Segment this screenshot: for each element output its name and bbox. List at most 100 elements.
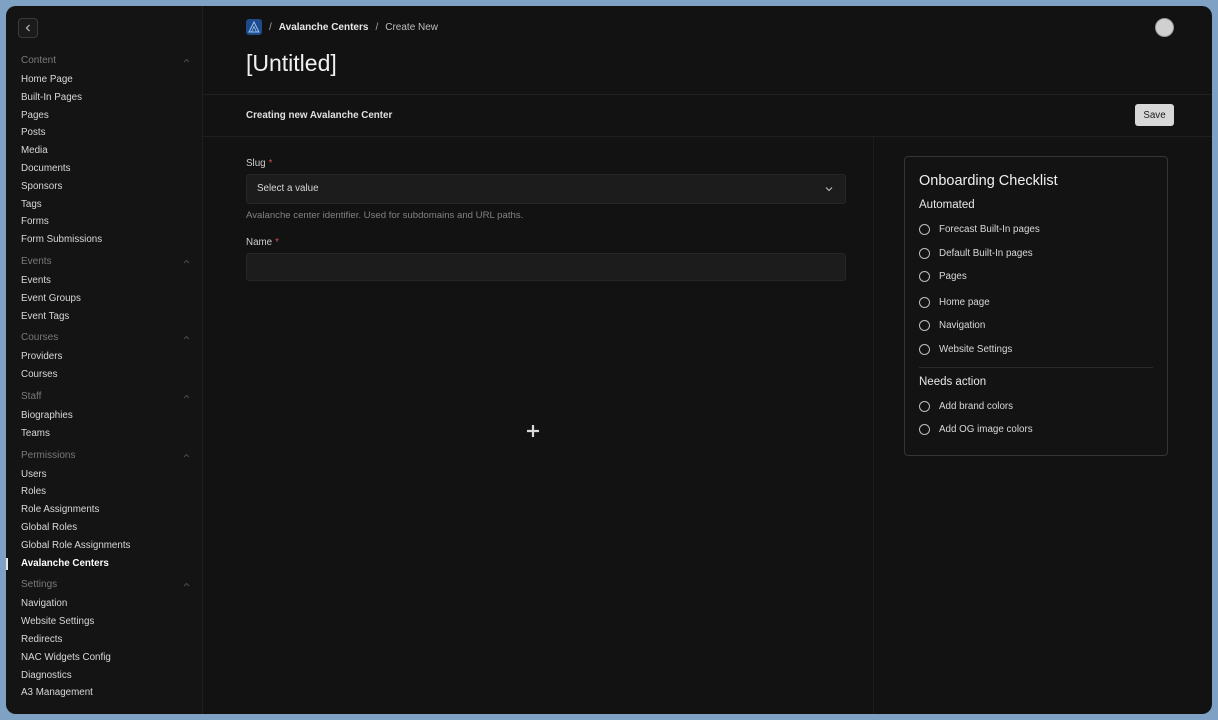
sidebar-item-event-groups[interactable]: Event Groups	[6, 290, 202, 308]
radio-circle-icon	[919, 400, 930, 412]
chevron-down-icon	[825, 187, 833, 192]
sidebar-item-biographies[interactable]: Biographies	[6, 407, 202, 425]
sidebar-item-documents[interactable]: Documents	[6, 160, 202, 178]
onboarding-checklist: Onboarding Checklist Automated Needs act…	[904, 156, 1168, 456]
sidebar-group-content[interactable]: Content	[6, 51, 202, 71]
cursor-crosshair-icon	[527, 425, 539, 437]
checklist-item-label: Add OG image colors	[939, 423, 1033, 435]
sidebar-group-staff[interactable]: Staff	[6, 387, 202, 407]
checklist-item-home-page[interactable]: Home page	[919, 294, 990, 310]
checklist-item-navigation[interactable]: Navigation	[919, 317, 985, 333]
checklist-item-add-brand-colors[interactable]: Add brand colors	[919, 398, 1013, 414]
checklist-item-label: Pages	[939, 270, 967, 282]
sidebar-group-settings[interactable]: Settings	[6, 575, 202, 595]
chevron-up-icon	[183, 259, 190, 264]
collapse-sidebar-button[interactable]	[18, 18, 38, 38]
sidebar-item-posts[interactable]: Posts	[6, 124, 202, 142]
user-avatar[interactable]	[1155, 18, 1174, 37]
sidebar-item-diagnostics[interactable]: Diagnostics	[6, 667, 202, 685]
name-input[interactable]	[246, 253, 846, 281]
checklist-title: Onboarding Checklist	[919, 173, 1058, 189]
sidebar-item-forms[interactable]: Forms	[6, 213, 202, 231]
checklist-item-label: Forecast Built-In pages	[939, 223, 1040, 235]
sidebar-item-nac-widgets-config[interactable]: NAC Widgets Config	[6, 649, 202, 667]
sidebar-item-tags[interactable]: Tags	[6, 196, 202, 214]
sidebar-item-roles[interactable]: Roles	[6, 483, 202, 501]
radio-circle-icon	[919, 319, 930, 331]
sidebar-group-label: Events	[21, 255, 52, 267]
sidebar-item-courses[interactable]: Courses	[6, 366, 202, 384]
radio-circle-icon	[919, 223, 930, 235]
sidebar-item-website-settings[interactable]: Website Settings	[6, 613, 202, 631]
sidebar-item-form-submissions[interactable]: Form Submissions	[6, 231, 202, 249]
checklist-item-website-settings[interactable]: Website Settings	[919, 341, 1012, 357]
name-label: Name *	[246, 237, 846, 251]
sidebar-item-sponsors[interactable]: Sponsors	[6, 178, 202, 196]
breadcrumb: / Avalanche Centers / Create New	[246, 18, 438, 36]
breadcrumb-separator: /	[375, 21, 379, 33]
sidebar-item-navigation[interactable]: Navigation	[6, 595, 202, 613]
checklist-needs-action-heading: Needs action	[919, 376, 987, 388]
sidebar-item-pages[interactable]: Pages	[6, 107, 202, 125]
slug-label-text: Slug	[246, 158, 266, 169]
checklist-item-label: Website Settings	[939, 343, 1013, 355]
radio-circle-icon	[919, 296, 930, 308]
chevron-up-icon	[183, 453, 190, 457]
slug-select[interactable]: Select a value	[246, 174, 846, 204]
main-content: / Avalanche Centers / Create New [Untitl…	[203, 6, 1212, 714]
breadcrumb-separator: /	[269, 21, 272, 33]
slug-label: Slug *	[246, 158, 846, 172]
sidebar-group-label: Courses	[21, 332, 59, 344]
required-mark: *	[268, 158, 273, 169]
sidebar-item-providers[interactable]: Providers	[6, 348, 202, 366]
sidebar-item-avalanche-centers[interactable]: Avalanche Centers	[6, 555, 202, 573]
sidebar-group-label: Settings	[21, 579, 58, 591]
checklist-item-forecast-built-in-pages[interactable]: Forecast Built-In pages	[919, 221, 1040, 237]
checklist-divider	[919, 367, 1153, 368]
breadcrumb-avalanche-centers-link[interactable]: Avalanche Centers	[279, 22, 369, 33]
sidebar-item-home-page[interactable]: Home Page	[6, 71, 202, 89]
sidebar-item-events[interactable]: Events	[6, 272, 202, 290]
app-window: Content Home Page Built-In Pages Pages Posts…	[6, 6, 1212, 714]
sidebar-item-users[interactable]: Users	[6, 466, 202, 484]
subheader-text: Creating new Avalanche Center	[246, 110, 393, 121]
checklist-item-label: Add brand colors	[939, 400, 1014, 412]
sidebar-group-events[interactable]: Events	[6, 252, 202, 272]
checklist-item-add-og-image-colors[interactable]: Add OG image colors	[919, 421, 1033, 437]
sidebar-item-event-tags[interactable]: Event Tags	[6, 308, 202, 326]
sidebar-item-a3-management[interactable]: A3 Management	[6, 684, 202, 702]
slug-helper-text: Avalanche center identifier. Used for su…	[246, 210, 524, 221]
chevron-up-icon	[183, 394, 190, 399]
sidebar: Content Home Page Built-In Pages Pages Posts…	[6, 6, 203, 714]
sidebar-nav: Content Home Page Built-In Pages Pages Posts…	[6, 48, 202, 702]
sidebar-item-built-in-pages[interactable]: Built-In Pages	[6, 89, 202, 107]
content-divider	[873, 136, 874, 714]
sidebar-item-redirects[interactable]: Redirects	[6, 631, 202, 649]
sidebar-group-courses[interactable]: Courses	[6, 328, 202, 348]
sidebar-item-global-role-assignments[interactable]: Global Role Assignments	[6, 537, 202, 555]
avalanche-logo-icon[interactable]	[246, 19, 262, 35]
required-mark: *	[275, 237, 279, 248]
checklist-item-pages[interactable]: Pages	[919, 268, 967, 284]
slug-select-placeholder: Select a value	[257, 183, 319, 194]
sidebar-item-teams[interactable]: Teams	[6, 425, 202, 443]
checklist-automated-heading: Automated	[919, 199, 975, 211]
name-label-text: Name	[246, 237, 273, 248]
radio-circle-icon	[919, 247, 930, 259]
breadcrumb-current: Create New	[385, 21, 439, 33]
sidebar-item-media[interactable]: Media	[6, 142, 202, 160]
chevron-up-icon	[183, 336, 190, 340]
checklist-item-label: Default Built-In pages	[939, 247, 1033, 259]
sidebar-group-label: Content	[21, 55, 57, 66]
chevron-left-icon	[25, 24, 30, 32]
sidebar-item-role-assignments[interactable]: Role Assignments	[6, 501, 202, 519]
checklist-item-default-built-in-pages[interactable]: Default Built-In pages	[919, 245, 1033, 261]
page-title: [Untitled]	[246, 50, 337, 76]
sidebar-item-global-roles[interactable]: Global Roles	[6, 519, 202, 537]
checklist-item-label: Home page	[939, 296, 990, 308]
create-form: Slug * Select a value Avalanche center id…	[246, 158, 846, 281]
save-button[interactable]: Save	[1135, 104, 1174, 126]
radio-circle-icon	[919, 423, 930, 435]
sidebar-group-permissions[interactable]: Permissions	[6, 446, 202, 466]
radio-circle-icon	[919, 270, 930, 282]
